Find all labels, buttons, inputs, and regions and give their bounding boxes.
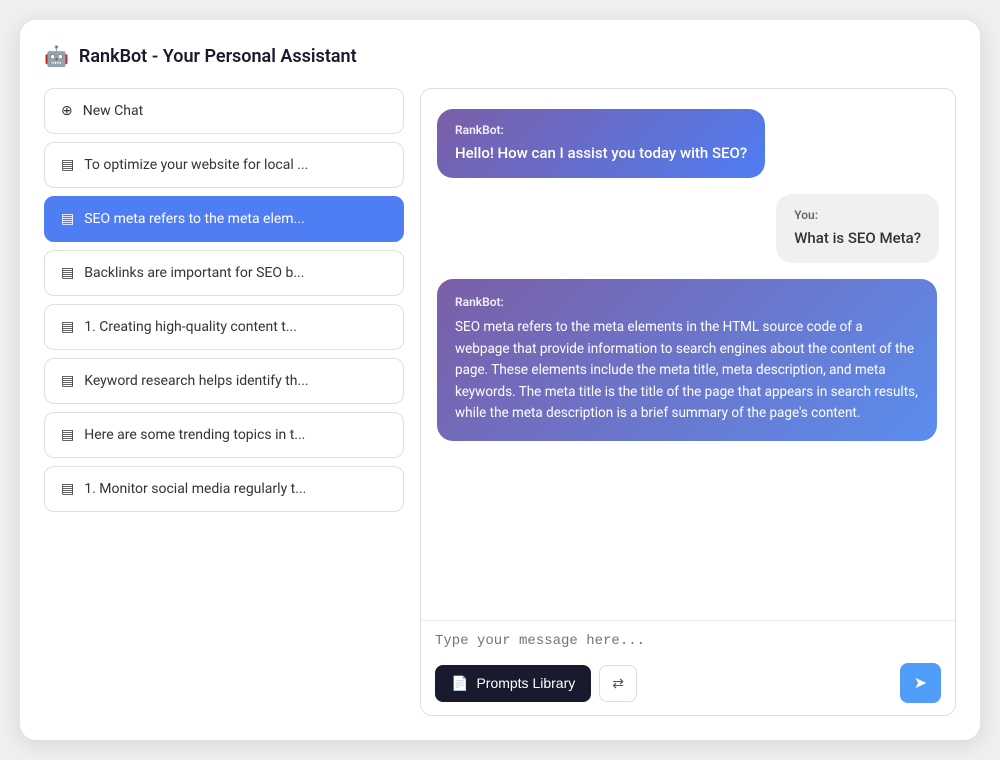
- refresh-icon: ⇄: [612, 675, 624, 691]
- app-header: 🤖 RankBot - Your Personal Assistant: [44, 44, 956, 72]
- bot-sender-0: RankBot:: [455, 123, 747, 137]
- sidebar-item-text-6: 1. Monitor social media regularly t...: [84, 481, 306, 497]
- main-content: ⊕ New Chat ▤ To optimize your website fo…: [44, 88, 956, 716]
- bot-message-2: RankBot: SEO meta refers to the meta ele…: [437, 279, 937, 441]
- sidebar-item-text-0: To optimize your website for local ...: [84, 157, 308, 173]
- chat-icon-2: ▤: [61, 265, 74, 281]
- new-chat-label: New Chat: [83, 103, 143, 119]
- bot-text-0: Hello! How can I assist you today with S…: [455, 143, 747, 164]
- sidebar-item-text-2: Backlinks are important for SEO b...: [84, 265, 304, 281]
- chat-icon-1: ▤: [61, 211, 74, 227]
- user-message-1: You: What is SEO Meta?: [776, 194, 939, 263]
- sidebar-item-text-4: Keyword research helps identify th...: [84, 373, 308, 389]
- sidebar: ⊕ New Chat ▤ To optimize your website fo…: [44, 88, 404, 716]
- user-sender-1: You:: [794, 208, 921, 222]
- bot-text-2: SEO meta refers to the meta elements in …: [455, 317, 919, 425]
- chat-icon-6: ▤: [61, 481, 74, 497]
- sidebar-item-5[interactable]: ▤ Here are some trending topics in t...: [44, 412, 404, 458]
- sidebar-item-0[interactable]: ▤ To optimize your website for local ...: [44, 142, 404, 188]
- input-actions: 📄 Prompts Library ⇄ ➤: [435, 663, 941, 703]
- bot-sender-2: RankBot:: [455, 295, 919, 309]
- chat-icon-5: ▤: [61, 427, 74, 443]
- message-input[interactable]: [435, 633, 941, 649]
- chat-icon-0: ▤: [61, 157, 74, 173]
- sidebar-item-text-5: Here are some trending topics in t...: [84, 427, 305, 443]
- sidebar-item-text-3: 1. Creating high-quality content t...: [84, 319, 297, 335]
- prompts-library-label: Prompts Library: [476, 675, 575, 691]
- user-text-1: What is SEO Meta?: [794, 228, 921, 249]
- chat-icon-4: ▤: [61, 373, 74, 389]
- new-chat-button[interactable]: ⊕ New Chat: [44, 88, 404, 134]
- sidebar-item-6[interactable]: ▤ 1. Monitor social media regularly t...: [44, 466, 404, 512]
- app-container: 🤖 RankBot - Your Personal Assistant ⊕ Ne…: [20, 20, 980, 740]
- send-icon: ➤: [914, 673, 927, 693]
- refresh-button[interactable]: ⇄: [599, 665, 637, 702]
- sidebar-item-2[interactable]: ▤ Backlinks are important for SEO b...: [44, 250, 404, 296]
- app-title: RankBot - Your Personal Assistant: [79, 46, 357, 67]
- sidebar-item-1[interactable]: ▤ SEO meta refers to the meta elem...: [44, 196, 404, 242]
- chat-icon-3: ▤: [61, 319, 74, 335]
- bot-message-0: RankBot: Hello! How can I assist you tod…: [437, 109, 765, 178]
- prompts-library-icon: 📄: [451, 675, 468, 692]
- sidebar-item-3[interactable]: ▤ 1. Creating high-quality content t...: [44, 304, 404, 350]
- sidebar-item-4[interactable]: ▤ Keyword research helps identify th...: [44, 358, 404, 404]
- sidebar-item-text-1: SEO meta refers to the meta elem...: [84, 211, 304, 227]
- chat-input-area: 📄 Prompts Library ⇄ ➤: [421, 620, 955, 715]
- new-chat-icon: ⊕: [61, 103, 73, 119]
- app-header-icon: 🤖: [44, 44, 69, 68]
- chat-area: RankBot: Hello! How can I assist you tod…: [420, 88, 956, 716]
- chat-messages: RankBot: Hello! How can I assist you tod…: [421, 89, 955, 620]
- send-button[interactable]: ➤: [900, 663, 941, 703]
- prompts-library-button[interactable]: 📄 Prompts Library: [435, 665, 591, 702]
